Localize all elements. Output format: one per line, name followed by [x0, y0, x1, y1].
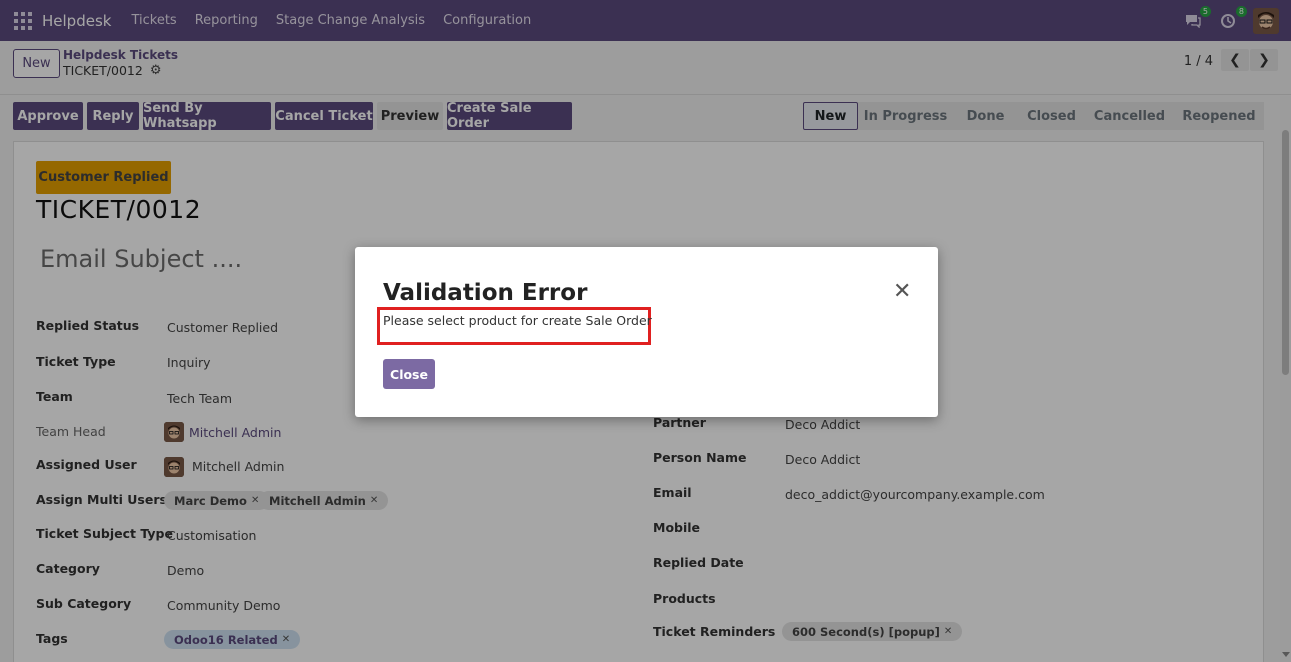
dialog-message: Please select product for create Sale Or…: [383, 313, 652, 328]
dialog-title: Validation Error: [383, 280, 588, 306]
close-icon[interactable]: ✕: [893, 281, 911, 303]
close-button[interactable]: Close: [383, 359, 435, 389]
validation-error-dialog: Validation Error ✕ Please select product…: [355, 247, 938, 417]
